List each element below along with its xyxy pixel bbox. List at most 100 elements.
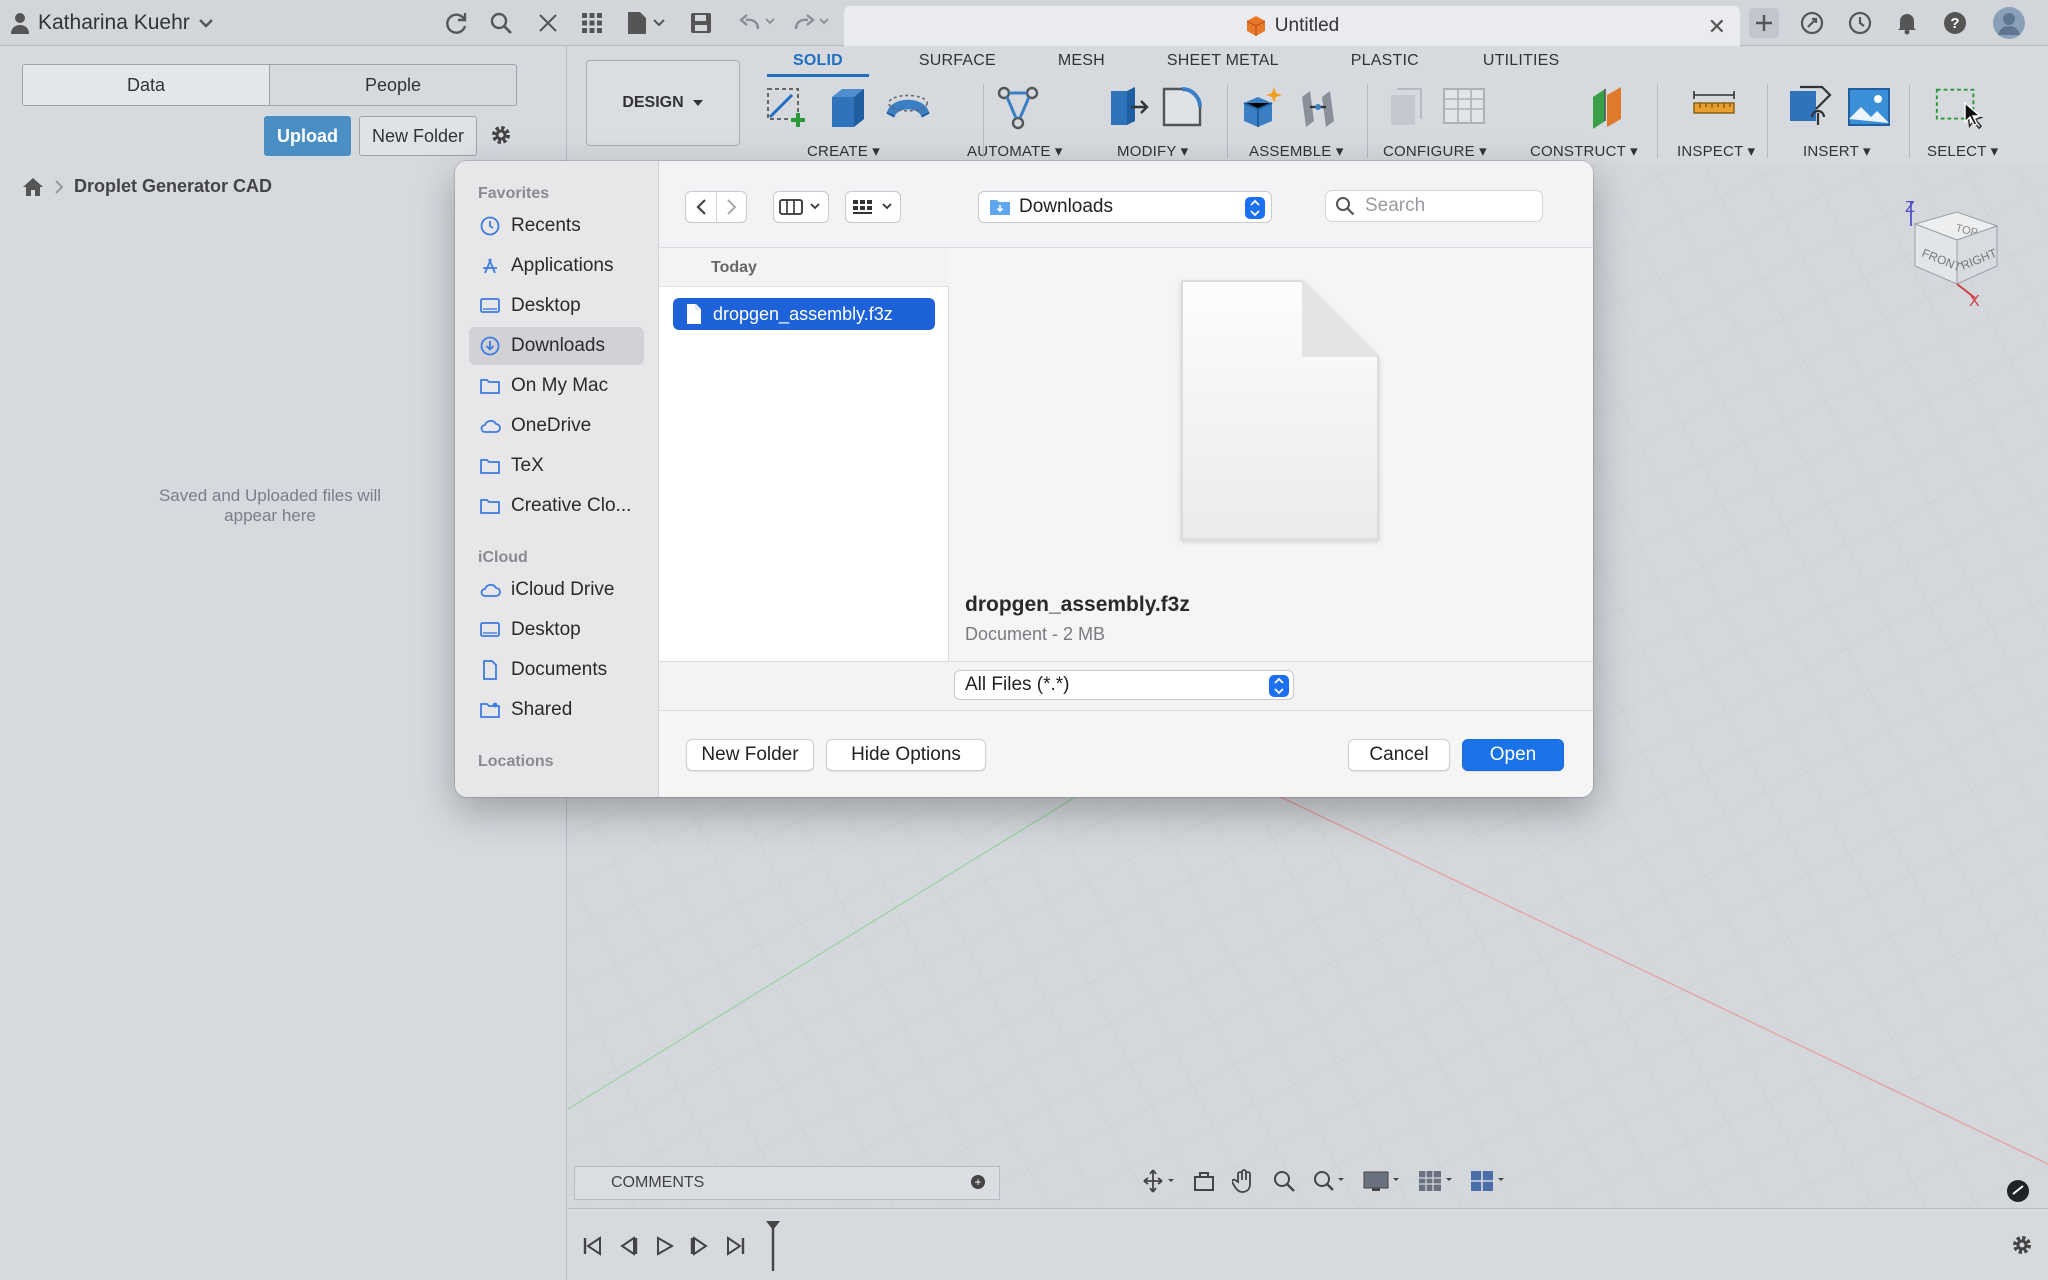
automate-icon[interactable] xyxy=(993,82,1043,132)
fit-zoom-icon[interactable] xyxy=(1310,1168,1348,1194)
back-icon[interactable] xyxy=(686,192,716,222)
extensions-icon[interactable] xyxy=(1797,8,1827,38)
add-tab-icon[interactable] xyxy=(1749,8,1779,38)
sidebar-item-shared[interactable]: Shared xyxy=(469,691,644,729)
group-by-button[interactable] xyxy=(845,191,901,223)
tab-sheet-metal[interactable]: SHEET METAL xyxy=(1141,50,1305,77)
sidebar-item-recents[interactable]: Recents xyxy=(469,207,644,245)
orbit-icon[interactable] xyxy=(1140,1168,1178,1194)
sidebar-item-on-my-mac[interactable]: On My Mac xyxy=(469,367,644,405)
feedback-icon[interactable] xyxy=(2006,1179,2030,1208)
assemble-menu[interactable]: ASSEMBLE ▾ xyxy=(1249,142,1344,160)
close-tab-icon[interactable]: ✕ xyxy=(1708,14,1726,40)
create-menu[interactable]: CREATE ▾ xyxy=(807,142,880,160)
file-row-selected[interactable]: dropgen_assembly.f3z xyxy=(673,298,935,330)
new-folder-button[interactable]: New Folder xyxy=(359,116,477,156)
construct-plane-icon[interactable] xyxy=(1582,82,1632,132)
tab-mesh[interactable]: MESH xyxy=(1032,50,1131,77)
new-folder-button[interactable]: New Folder xyxy=(686,739,814,771)
press-pull-icon[interactable] xyxy=(1100,82,1150,132)
fillet-icon[interactable] xyxy=(1157,82,1207,132)
comments-panel[interactable]: COMMENTS + xyxy=(574,1166,1000,1200)
sidebar-item-applications[interactable]: Applications xyxy=(469,247,644,285)
sidebar-item-documents[interactable]: Documents xyxy=(469,651,644,689)
add-comment-icon[interactable]: + xyxy=(971,1175,985,1189)
inspect-menu[interactable]: INSPECT ▾ xyxy=(1677,142,1755,160)
profile-icon[interactable] xyxy=(1992,6,2026,40)
sidebar-item-label: Applications xyxy=(511,255,614,276)
axis-z-label: Z xyxy=(1905,199,1915,216)
grid-settings-icon[interactable] xyxy=(1416,1168,1456,1194)
user-menu[interactable]: Katharina Kuehr xyxy=(10,0,214,46)
hide-options-button[interactable]: Hide Options xyxy=(826,739,986,771)
workspace-switcher[interactable]: DESIGN xyxy=(586,60,740,146)
undo-icon[interactable] xyxy=(736,8,780,38)
viewports-icon[interactable] xyxy=(1468,1168,1508,1194)
step-forward-icon[interactable] xyxy=(686,1233,714,1259)
sidebar-item-icloud-drive[interactable]: iCloud Drive xyxy=(469,571,644,609)
breadcrumb-project[interactable]: Droplet Generator CAD xyxy=(74,176,272,197)
tab-solid[interactable]: SOLID xyxy=(767,50,869,77)
tab-people[interactable]: People xyxy=(270,65,516,105)
job-status-icon[interactable] xyxy=(1845,8,1875,38)
tab-utilities[interactable]: UTILITIES xyxy=(1457,50,1585,77)
sidebar-item-creative-cloud[interactable]: Creative Clo... xyxy=(469,487,644,525)
revolve-icon[interactable] xyxy=(883,82,933,132)
view-mode-button[interactable] xyxy=(773,191,829,223)
insert-image-icon[interactable] xyxy=(1844,82,1894,132)
joint-icon[interactable] xyxy=(1293,82,1343,132)
timeline-marker[interactable] xyxy=(764,1219,782,1278)
sidebar-item-downloads[interactable]: Downloads xyxy=(469,327,644,365)
sidebar-item-tex[interactable]: TeX xyxy=(469,447,644,485)
go-to-start-icon[interactable] xyxy=(578,1233,606,1259)
configure-menu[interactable]: CONFIGURE ▾ xyxy=(1383,142,1487,160)
automate-menu[interactable]: AUTOMATE ▾ xyxy=(967,142,1063,160)
look-at-icon[interactable] xyxy=(1190,1168,1218,1194)
search-icon[interactable] xyxy=(486,8,516,38)
sidebar-item-icloud-desktop[interactable]: Desktop xyxy=(469,611,644,649)
sidebar-item-desktop[interactable]: Desktop xyxy=(469,287,644,325)
document-tab[interactable]: Untitled ✕ xyxy=(844,6,1740,46)
create-sketch-icon[interactable] xyxy=(763,82,813,132)
file-type-popup[interactable]: All Files (*.*) xyxy=(954,670,1294,700)
configure-icon[interactable] xyxy=(1382,82,1432,132)
step-back-icon[interactable] xyxy=(614,1233,642,1259)
modify-menu[interactable]: MODIFY ▾ xyxy=(1117,142,1188,160)
file-icon[interactable] xyxy=(624,8,668,38)
insert-menu[interactable]: INSERT ▾ xyxy=(1803,142,1871,160)
help-icon[interactable]: ? xyxy=(1940,8,1970,38)
play-icon[interactable] xyxy=(650,1233,678,1259)
location-popup[interactable]: Downloads xyxy=(978,191,1272,223)
display-settings-icon[interactable] xyxy=(1360,1168,1404,1194)
upload-button[interactable]: Upload xyxy=(264,116,351,156)
open-button[interactable]: Open xyxy=(1462,739,1564,771)
close-icon[interactable] xyxy=(533,8,563,38)
timeline-settings-icon[interactable] xyxy=(2010,1233,2034,1262)
pan-hand-icon[interactable] xyxy=(1230,1168,1258,1194)
construct-menu[interactable]: CONSTRUCT ▾ xyxy=(1530,142,1638,160)
gear-icon[interactable] xyxy=(486,120,516,150)
select-menu[interactable]: SELECT ▾ xyxy=(1927,142,1998,160)
save-icon[interactable] xyxy=(686,8,716,38)
go-to-end-icon[interactable] xyxy=(722,1233,750,1259)
grid-icon[interactable] xyxy=(577,8,607,38)
measure-icon[interactable] xyxy=(1689,82,1739,132)
cancel-button[interactable]: Cancel xyxy=(1348,739,1450,771)
insert-derive-icon[interactable] xyxy=(1785,82,1835,132)
tab-surface[interactable]: SURFACE xyxy=(893,50,1022,77)
notifications-icon[interactable] xyxy=(1892,8,1922,38)
refresh-icon[interactable] xyxy=(441,8,471,38)
folder-icon xyxy=(480,379,500,394)
new-component-icon[interactable] xyxy=(1237,82,1287,132)
zoom-icon[interactable] xyxy=(1270,1168,1298,1194)
sidebar-item-onedrive[interactable]: OneDrive xyxy=(469,407,644,445)
configuration-table-icon[interactable] xyxy=(1439,82,1489,132)
forward-icon[interactable] xyxy=(716,192,746,222)
redo-icon[interactable] xyxy=(790,8,834,38)
search-field[interactable]: Search xyxy=(1325,190,1543,222)
extrude-icon[interactable] xyxy=(823,82,873,132)
tab-plastic[interactable]: PLASTIC xyxy=(1325,50,1445,77)
home-icon[interactable] xyxy=(22,177,44,197)
view-cube[interactable]: TOP FRONT RIGHT Z X xyxy=(1905,198,2005,310)
tab-data[interactable]: Data xyxy=(23,65,270,105)
